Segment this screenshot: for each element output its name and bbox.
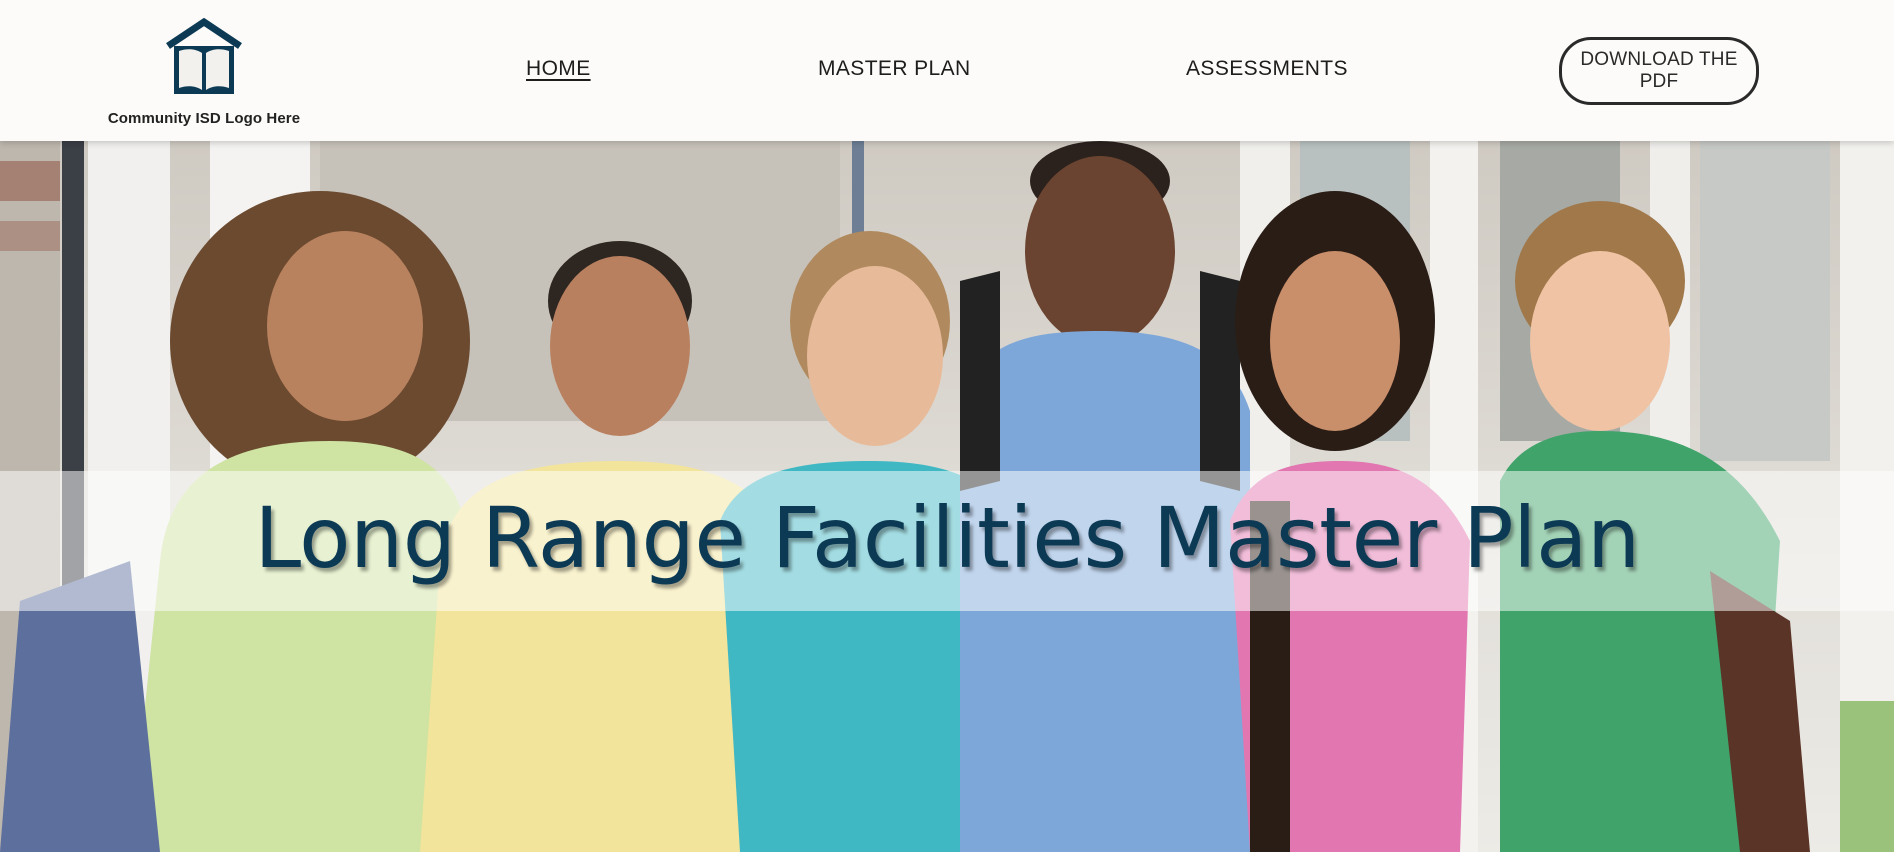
page-title: Long Range Facilities Master Plan	[254, 489, 1640, 587]
nav-assessments[interactable]: ASSESSMENTS	[1186, 57, 1348, 81]
nav-home[interactable]: HOME	[526, 57, 591, 81]
download-pdf-button[interactable]: DOWNLOAD THE PDF	[1559, 37, 1759, 105]
nav-master-plan[interactable]: MASTER PLAN	[818, 57, 971, 81]
logo[interactable]: Community ISD Logo Here	[104, 18, 304, 130]
house-book-icon	[166, 18, 242, 94]
site-header: Community ISD Logo Here HOME MASTER PLAN…	[0, 0, 1894, 141]
logo-caption: Community ISD Logo Here	[107, 110, 301, 127]
hero-section: Long Range Facilities Master Plan	[0, 141, 1894, 852]
